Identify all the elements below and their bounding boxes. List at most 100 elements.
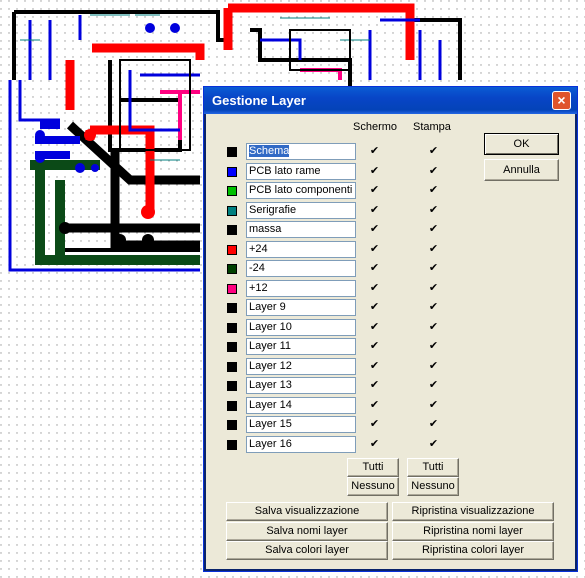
print-visible-checkbox[interactable]: ✔	[428, 204, 439, 216]
layer-name-text: Serigrafie	[249, 203, 297, 216]
layer-name-field[interactable]: +24	[246, 240, 356, 258]
layer-row: Serigrafie ✔ ✔	[224, 201, 454, 220]
layer-color-swatch[interactable]	[227, 342, 237, 352]
restore-colors-button[interactable]: Ripristina colori layer	[392, 541, 554, 560]
layer-name-field[interactable]: Layer 11	[246, 338, 356, 355]
layer-name-text: Layer 13	[249, 379, 292, 391]
print-visible-checkbox[interactable]: ✔	[428, 380, 439, 391]
ok-button[interactable]: OK	[484, 133, 559, 155]
print-visible-checkbox[interactable]: ✔	[428, 243, 439, 255]
layer-row: Layer 9 ✔ ✔	[224, 299, 454, 317]
close-icon[interactable]: ×	[552, 91, 571, 110]
layer-name-field[interactable]: Layer 13	[246, 377, 356, 394]
layer-name-field[interactable]: Layer 16	[246, 435, 356, 453]
layer-name-text: Layer 9	[249, 301, 286, 313]
print-visible-checkbox[interactable]: ✔	[428, 360, 439, 372]
layer-name-field[interactable]: -24	[246, 260, 356, 277]
layer-name-field[interactable]: Layer 14	[246, 396, 356, 414]
layer-color-swatch[interactable]	[227, 400, 237, 411]
layer-name-text: -24	[249, 262, 265, 274]
screen-none-button[interactable]: Nessuno	[347, 477, 399, 496]
screen-visible-checkbox[interactable]: ✔	[369, 360, 380, 372]
layer-row: Layer 14 ✔ ✔	[224, 396, 454, 415]
print-visible-checkbox[interactable]: ✔	[428, 399, 439, 411]
layer-color-swatch[interactable]	[227, 420, 237, 430]
screen-visible-checkbox[interactable]: ✔	[369, 380, 380, 391]
layer-name-field[interactable]: Layer 10	[246, 318, 356, 336]
layer-name-field[interactable]: Layer 9	[246, 299, 356, 316]
screen-visible-checkbox[interactable]: ✔	[369, 243, 380, 255]
print-visible-checkbox[interactable]: ✔	[428, 438, 439, 450]
layer-color-swatch[interactable]	[227, 264, 237, 274]
layer-name-field[interactable]: +12	[246, 279, 356, 297]
layer-name-field[interactable]: massa	[246, 221, 356, 238]
print-visible-checkbox[interactable]: ✔	[428, 341, 439, 352]
screen-visible-checkbox[interactable]: ✔	[369, 302, 380, 313]
print-visible-checkbox[interactable]: ✔	[428, 321, 439, 333]
layer-row: -24 ✔ ✔	[224, 260, 454, 278]
screen-visible-checkbox[interactable]: ✔	[369, 224, 380, 235]
save-colors-button[interactable]: Salva colori layer	[226, 541, 388, 560]
layer-name-field[interactable]: PCB lato componenti	[246, 182, 356, 199]
print-visible-checkbox[interactable]: ✔	[428, 282, 439, 294]
screen-visible-checkbox[interactable]: ✔	[369, 341, 380, 352]
print-visible-checkbox[interactable]: ✔	[428, 185, 439, 196]
screen-visible-checkbox[interactable]: ✔	[369, 263, 380, 274]
column-header-print: Stampa	[413, 121, 451, 133]
screen-visible-checkbox[interactable]: ✔	[369, 399, 380, 411]
layer-name-text: +12	[249, 281, 268, 294]
layer-name-field[interactable]: Layer 15	[246, 416, 356, 433]
layer-color-swatch[interactable]	[227, 361, 237, 372]
layer-color-swatch[interactable]	[227, 283, 237, 294]
screen-visible-checkbox[interactable]: ✔	[369, 321, 380, 333]
layer-color-swatch[interactable]	[227, 381, 237, 391]
dialog-title: Gestione Layer	[212, 93, 306, 108]
screen-visible-checkbox[interactable]: ✔	[369, 165, 380, 177]
save-view-button[interactable]: Salva visualizzazione	[226, 502, 388, 521]
layer-name-field[interactable]: PCB lato rame	[246, 162, 356, 180]
layer-name-text: PCB lato rame	[249, 164, 321, 177]
cancel-button[interactable]: Annulla	[484, 159, 559, 181]
layer-color-swatch[interactable]	[227, 439, 237, 450]
layer-row: +24 ✔ ✔	[224, 240, 454, 259]
print-visible-checkbox[interactable]: ✔	[428, 165, 439, 177]
screen-visible-checkbox[interactable]: ✔	[369, 146, 380, 157]
screen-all-button[interactable]: Tutti	[347, 458, 399, 477]
dialog-titlebar[interactable]: Gestione Layer ×	[204, 87, 577, 114]
layer-name-text: Layer 14	[249, 398, 292, 411]
screen-visible-checkbox[interactable]: ✔	[369, 419, 380, 430]
screen-visible-checkbox[interactable]: ✔	[369, 185, 380, 196]
layer-color-swatch[interactable]	[227, 205, 237, 216]
screen-visible-checkbox[interactable]: ✔	[369, 282, 380, 294]
layer-name-text: Layer 10	[249, 320, 292, 333]
print-visible-checkbox[interactable]: ✔	[428, 224, 439, 235]
layer-row: Layer 13 ✔ ✔	[224, 377, 454, 395]
layer-color-swatch[interactable]	[227, 225, 237, 235]
screen-visible-checkbox[interactable]: ✔	[369, 438, 380, 450]
layer-name-text: Layer 16	[249, 437, 292, 450]
screen-visible-checkbox[interactable]: ✔	[369, 204, 380, 216]
layer-name-text: Layer 12	[249, 359, 292, 372]
restore-view-button[interactable]: Ripristina visualizzazione	[392, 502, 554, 521]
layer-color-swatch[interactable]	[227, 244, 237, 255]
save-names-button[interactable]: Salva nomi layer	[226, 522, 388, 541]
restore-names-button[interactable]: Ripristina nomi layer	[392, 522, 554, 541]
layer-name-text: +24	[249, 242, 268, 255]
layer-name-field[interactable]: Schema	[246, 143, 356, 160]
layer-name-text: Layer 15	[249, 418, 292, 430]
layer-name-field[interactable]: Serigrafie	[246, 201, 356, 219]
print-visible-checkbox[interactable]: ✔	[428, 146, 439, 157]
layer-name-text: Schema	[249, 145, 290, 157]
layer-color-swatch[interactable]	[227, 147, 237, 157]
print-visible-checkbox[interactable]: ✔	[428, 419, 439, 430]
print-none-button[interactable]: Nessuno	[407, 477, 459, 496]
layer-color-swatch[interactable]	[227, 303, 237, 313]
print-visible-checkbox[interactable]: ✔	[428, 302, 439, 313]
layer-name-field[interactable]: Layer 12	[246, 357, 356, 375]
layer-color-swatch[interactable]	[227, 166, 237, 177]
layer-row: Schema ✔ ✔	[224, 143, 454, 161]
print-all-button[interactable]: Tutti	[407, 458, 459, 477]
print-visible-checkbox[interactable]: ✔	[428, 263, 439, 274]
layer-color-swatch[interactable]	[227, 322, 237, 333]
layer-color-swatch[interactable]	[227, 186, 237, 196]
